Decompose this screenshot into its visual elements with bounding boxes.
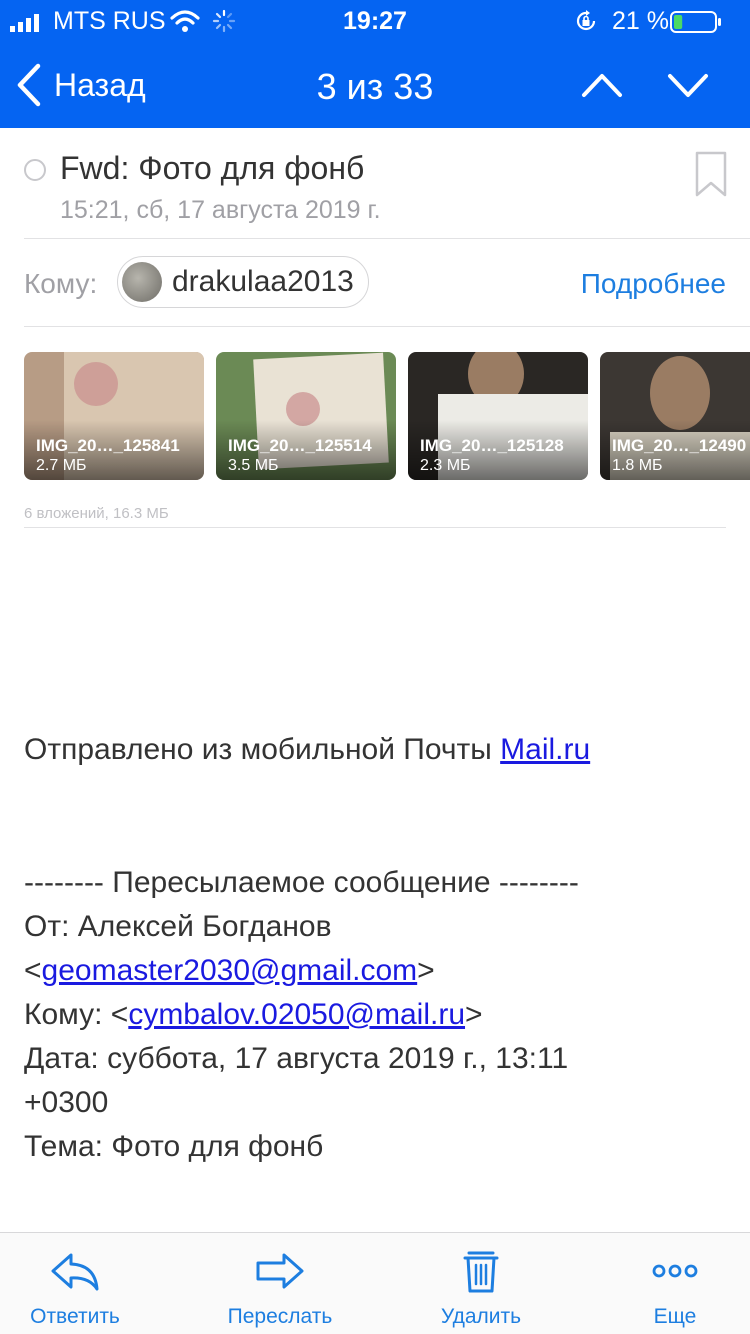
attachment-thumbnail[interactable]: IMG_20…_12490 1.8 МБ xyxy=(600,352,750,480)
attachment-size: 2.7 МБ xyxy=(36,457,87,474)
forward-label: Переслать xyxy=(227,1305,333,1328)
to-line: Кому: <cymbalov.02050@mail.ru> xyxy=(24,998,483,1031)
status-bar: MTS RUS 19:27 21 % xyxy=(0,0,750,44)
forward-icon xyxy=(256,1253,304,1289)
subject-line: Тема: Фото для фонб xyxy=(24,1130,324,1163)
bookmark-icon[interactable] xyxy=(694,150,728,198)
chevron-down-icon[interactable] xyxy=(666,70,710,100)
attachments-summary: 6 вложений, 16.3 МБ xyxy=(24,505,169,522)
message-header: Fwd: Фото для фонб 15:21, сб, 17 августа… xyxy=(0,128,750,238)
from-email-line: <geomaster2030@gmail.com> xyxy=(24,954,435,987)
forward-button[interactable]: Переслать xyxy=(205,1233,355,1334)
attachment-name: IMG_20…_125128 xyxy=(420,436,564,455)
attachment-name: IMG_20…_125841 xyxy=(36,436,180,455)
photo-content xyxy=(650,356,710,430)
reply-button[interactable]: Ответить xyxy=(0,1233,150,1334)
battery-percent: 21 % xyxy=(612,7,669,35)
recipient-chip[interactable]: drakulaa2013 xyxy=(117,256,369,308)
unread-indicator[interactable] xyxy=(24,159,46,181)
timezone-line: +0300 xyxy=(24,1086,109,1119)
message-date: 15:21, сб, 17 августа 2019 г. xyxy=(60,196,381,224)
details-link[interactable]: Подробнее xyxy=(581,268,726,300)
mailru-link[interactable]: Mail.ru xyxy=(500,733,590,766)
battery-icon xyxy=(670,11,721,33)
trash-icon xyxy=(463,1251,499,1293)
attachment-name: IMG_20…_125514 xyxy=(228,436,372,455)
divider xyxy=(24,238,750,239)
attachment-thumbnail[interactable]: IMG_20…_125128 2.3 МБ xyxy=(408,352,588,480)
attachment-name: IMG_20…_12490 xyxy=(612,436,747,455)
attachment-size: 2.3 МБ xyxy=(420,457,471,474)
more-icon xyxy=(652,1264,698,1278)
divider xyxy=(24,527,726,528)
reply-icon xyxy=(51,1253,99,1291)
date-line: Дата: суббота, 17 августа 2019 г., 13:11 xyxy=(24,1042,569,1075)
photo-content xyxy=(74,362,118,406)
attachment-size: 1.8 МБ xyxy=(612,457,663,474)
attachment-thumbnail[interactable]: IMG_20…_125514 3.5 МБ xyxy=(216,352,396,480)
forward-header: -------- Пересылаемое сообщение -------- xyxy=(24,866,579,899)
delete-label: Удалить xyxy=(440,1305,522,1328)
rotation-lock-icon xyxy=(576,10,596,31)
attachment-size: 3.5 МБ xyxy=(228,457,279,474)
from-email-link[interactable]: geomaster2030@gmail.com xyxy=(42,954,418,987)
bottom-toolbar: Ответить Переслать Удалить Еще xyxy=(0,1232,750,1334)
from-line: От: Алексей Богданов xyxy=(24,910,332,943)
header-bar: MTS RUS 19:27 21 % Назад 3 из 33 xyxy=(0,0,750,128)
more-button[interactable]: Еще xyxy=(600,1233,750,1334)
chevron-up-icon[interactable] xyxy=(580,70,624,100)
attachment-thumbnail[interactable]: IMG_20…_125841 2.7 МБ xyxy=(24,352,204,480)
signature-line: Отправлено из мобильной Почты Mail.ru xyxy=(24,733,591,766)
nav-bar: Назад 3 из 33 xyxy=(0,44,750,128)
avatar xyxy=(122,262,162,302)
divider xyxy=(24,326,750,327)
to-label: Кому: xyxy=(24,268,98,299)
message-counter: 3 из 33 xyxy=(316,66,434,107)
reply-label: Ответить xyxy=(30,1305,120,1328)
recipient-name: drakulaa2013 xyxy=(172,265,354,298)
message-subject: Fwd: Фото для фонб xyxy=(60,150,365,186)
to-email-link[interactable]: cymbalov.02050@mail.ru xyxy=(128,998,465,1031)
delete-button[interactable]: Удалить xyxy=(406,1233,556,1334)
more-label: Еще xyxy=(653,1305,697,1328)
